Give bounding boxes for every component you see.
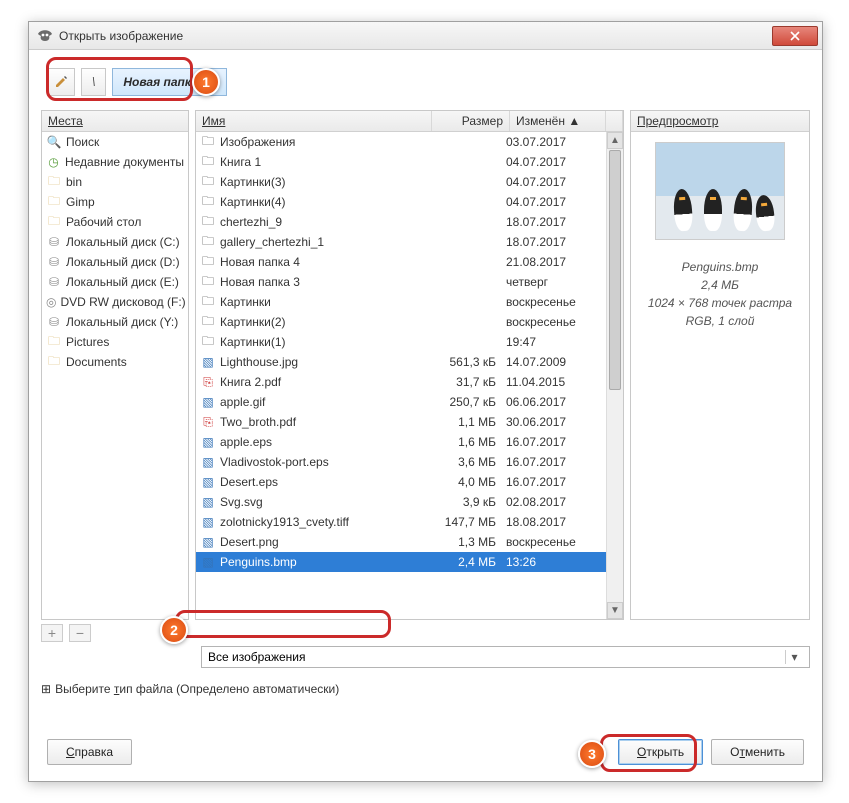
col-scroll-spacer [606, 111, 623, 131]
file-list-scrollbar[interactable]: ▲ ▼ [606, 132, 623, 619]
preview-size: 2,4 МБ [631, 276, 809, 294]
file-row[interactable]: ▧apple.gif250,7 кБ06.06.2017 [196, 392, 623, 412]
file-row[interactable]: 🗀chertezhi_918.07.2017 [196, 212, 623, 232]
annotation-badge-2: 2 [160, 616, 188, 644]
places-item[interactable]: ◷Недавние документы [42, 152, 188, 172]
select-filetype-expander[interactable]: ⊞ Выберите тип файла (Выберите тип файла… [41, 682, 810, 696]
file-row[interactable]: 🗀gallery_chertezhi_118.07.2017 [196, 232, 623, 252]
scroll-thumb[interactable] [609, 150, 621, 390]
places-item[interactable]: 🗀bin [42, 172, 188, 192]
penguin-shape [704, 189, 722, 231]
close-button[interactable] [772, 26, 818, 46]
file-list-panel: Имя Размер Изменён ▲ ▲ ▼ 🗀Изображения03.… [195, 110, 624, 620]
penguin-shape [673, 188, 694, 231]
preview-dims: 1024 × 768 точек растра [631, 294, 809, 312]
file-row[interactable]: 🗀Картинки(2)воскресенье [196, 312, 623, 332]
places-item[interactable]: ⛁Локальный диск (E:) [42, 272, 188, 292]
penguin-shape [733, 188, 754, 231]
dialog-content: \ Новая папка (2) Места 🔍Поиск◷Недавние … [29, 50, 822, 708]
file-row[interactable]: 🗀Новая папка 421.08.2017 [196, 252, 623, 272]
penguin-shape [754, 194, 776, 232]
file-row[interactable]: ⎘Two_broth.pdf1,1 МБ30.06.2017 [196, 412, 623, 432]
col-name[interactable]: Имя [196, 111, 432, 131]
cancel-button[interactable]: ОтменитьОтменить [711, 739, 804, 765]
file-row[interactable]: 🗀Картинки(3)04.07.2017 [196, 172, 623, 192]
places-item[interactable]: ◎DVD RW дисковод (F:) [42, 292, 188, 312]
file-row[interactable]: 🗀Книга 104.07.2017 [196, 152, 623, 172]
filetype-value: Все изображения [208, 650, 306, 664]
dropdown-arrow-icon: ▾ [785, 650, 803, 664]
file-row[interactable]: ▧Desert.png1,3 МБвоскресенье [196, 532, 623, 552]
places-item[interactable]: ⛁Локальный диск (Y:) [42, 312, 188, 332]
button-row: СправкаСправка ОткрытьОткрыть ОтменитьОт… [47, 739, 804, 765]
file-row[interactable]: 🗀Новая папка 3четверг [196, 272, 623, 292]
window-title: Открыть изображение [59, 29, 772, 43]
preview-filename: Penguins.bmp [631, 258, 809, 276]
file-row[interactable]: ▧Penguins.bmp2,4 МБ13:26 [196, 552, 623, 572]
breadcrumb-root[interactable]: \ [81, 68, 106, 96]
places-item[interactable]: 🗀Рабочий стол [42, 212, 188, 232]
file-list-header: Имя Размер Изменён ▲ [196, 111, 623, 132]
preview-mode: RGB, 1 слой [631, 312, 809, 330]
places-list: 🔍Поиск◷Недавние документы🗀bin🗀Gimp🗀Рабоч… [42, 132, 188, 619]
edit-path-button[interactable] [47, 68, 75, 96]
file-row[interactable]: ▧apple.eps1,6 МБ16.07.2017 [196, 432, 623, 452]
open-button[interactable]: ОткрытьОткрыть [618, 739, 703, 765]
file-row[interactable]: 🗀Картинки(4)04.07.2017 [196, 192, 623, 212]
preview-meta: Penguins.bmp 2,4 МБ 1024 × 768 точек рас… [631, 258, 809, 330]
file-row[interactable]: ▧Vladivostok-port.eps3,6 МБ16.07.2017 [196, 452, 623, 472]
file-row[interactable]: 🗀Изображения03.07.2017 [196, 132, 623, 152]
file-list-body: ▲ ▼ 🗀Изображения03.07.2017🗀Книга 104.07.… [196, 132, 623, 619]
open-image-dialog: Открыть изображение \ Новая папка (2) Ме… [28, 21, 823, 782]
path-bar: \ Новая папка (2) [47, 68, 810, 96]
add-bookmark-button[interactable]: + [41, 624, 63, 642]
scroll-up-icon[interactable]: ▲ [607, 132, 623, 149]
places-panel: Места 🔍Поиск◷Недавние документы🗀bin🗀Gimp… [41, 110, 189, 620]
file-row[interactable]: ▧Svg.svg3,9 кБ02.08.2017 [196, 492, 623, 512]
preview-header: Предпросмотр [631, 111, 809, 132]
app-icon [37, 28, 53, 44]
places-item[interactable]: 🔍Поиск [42, 132, 188, 152]
help-button[interactable]: СправкаСправка [47, 739, 132, 765]
scroll-down-icon[interactable]: ▼ [607, 602, 623, 619]
annotation-badge-3: 3 [578, 740, 606, 768]
file-row[interactable]: 🗀Картинкивоскресенье [196, 292, 623, 312]
places-item[interactable]: 🗀Documents [42, 352, 188, 372]
places-item[interactable]: ⛁Локальный диск (D:) [42, 252, 188, 272]
plus-icon: ⊞ [41, 682, 51, 696]
filetype-select[interactable]: Все изображения ▾ [201, 646, 810, 668]
remove-bookmark-button[interactable]: − [69, 624, 91, 642]
expander-label: Выберите тип файла (Выберите тип файла (… [55, 682, 339, 696]
file-row[interactable]: 🗀Картинки(1)19:47 [196, 332, 623, 352]
places-item[interactable]: 🗀Gimp [42, 192, 188, 212]
file-row[interactable]: ⎘Книга 2.pdf31,7 кБ11.04.2015 [196, 372, 623, 392]
places-item[interactable]: 🗀Pictures [42, 332, 188, 352]
preview-panel: Предпросмотр Penguins.bmp 2,4 МБ 1024 × … [630, 110, 810, 620]
col-modified[interactable]: Изменён ▲ [510, 111, 606, 131]
file-row[interactable]: ▧Desert.eps4,0 МБ16.07.2017 [196, 472, 623, 492]
places-header[interactable]: Места [42, 111, 188, 132]
annotation-badge-1: 1 [192, 68, 220, 96]
places-item[interactable]: ⛁Локальный диск (C:) [42, 232, 188, 252]
panes: Места 🔍Поиск◷Недавние документы🗀bin🗀Gimp… [41, 110, 810, 620]
file-row[interactable]: ▧zolotnicky1913_cvety.tiff147,7 МБ18.08.… [196, 512, 623, 532]
col-size[interactable]: Размер [432, 111, 510, 131]
preview-thumbnail [655, 142, 785, 240]
file-row[interactable]: ▧Lighthouse.jpg561,3 кБ14.07.2009 [196, 352, 623, 372]
filetype-row: Все изображения ▾ [201, 646, 810, 668]
titlebar: Открыть изображение [29, 22, 822, 50]
places-footer: + − [41, 624, 810, 642]
